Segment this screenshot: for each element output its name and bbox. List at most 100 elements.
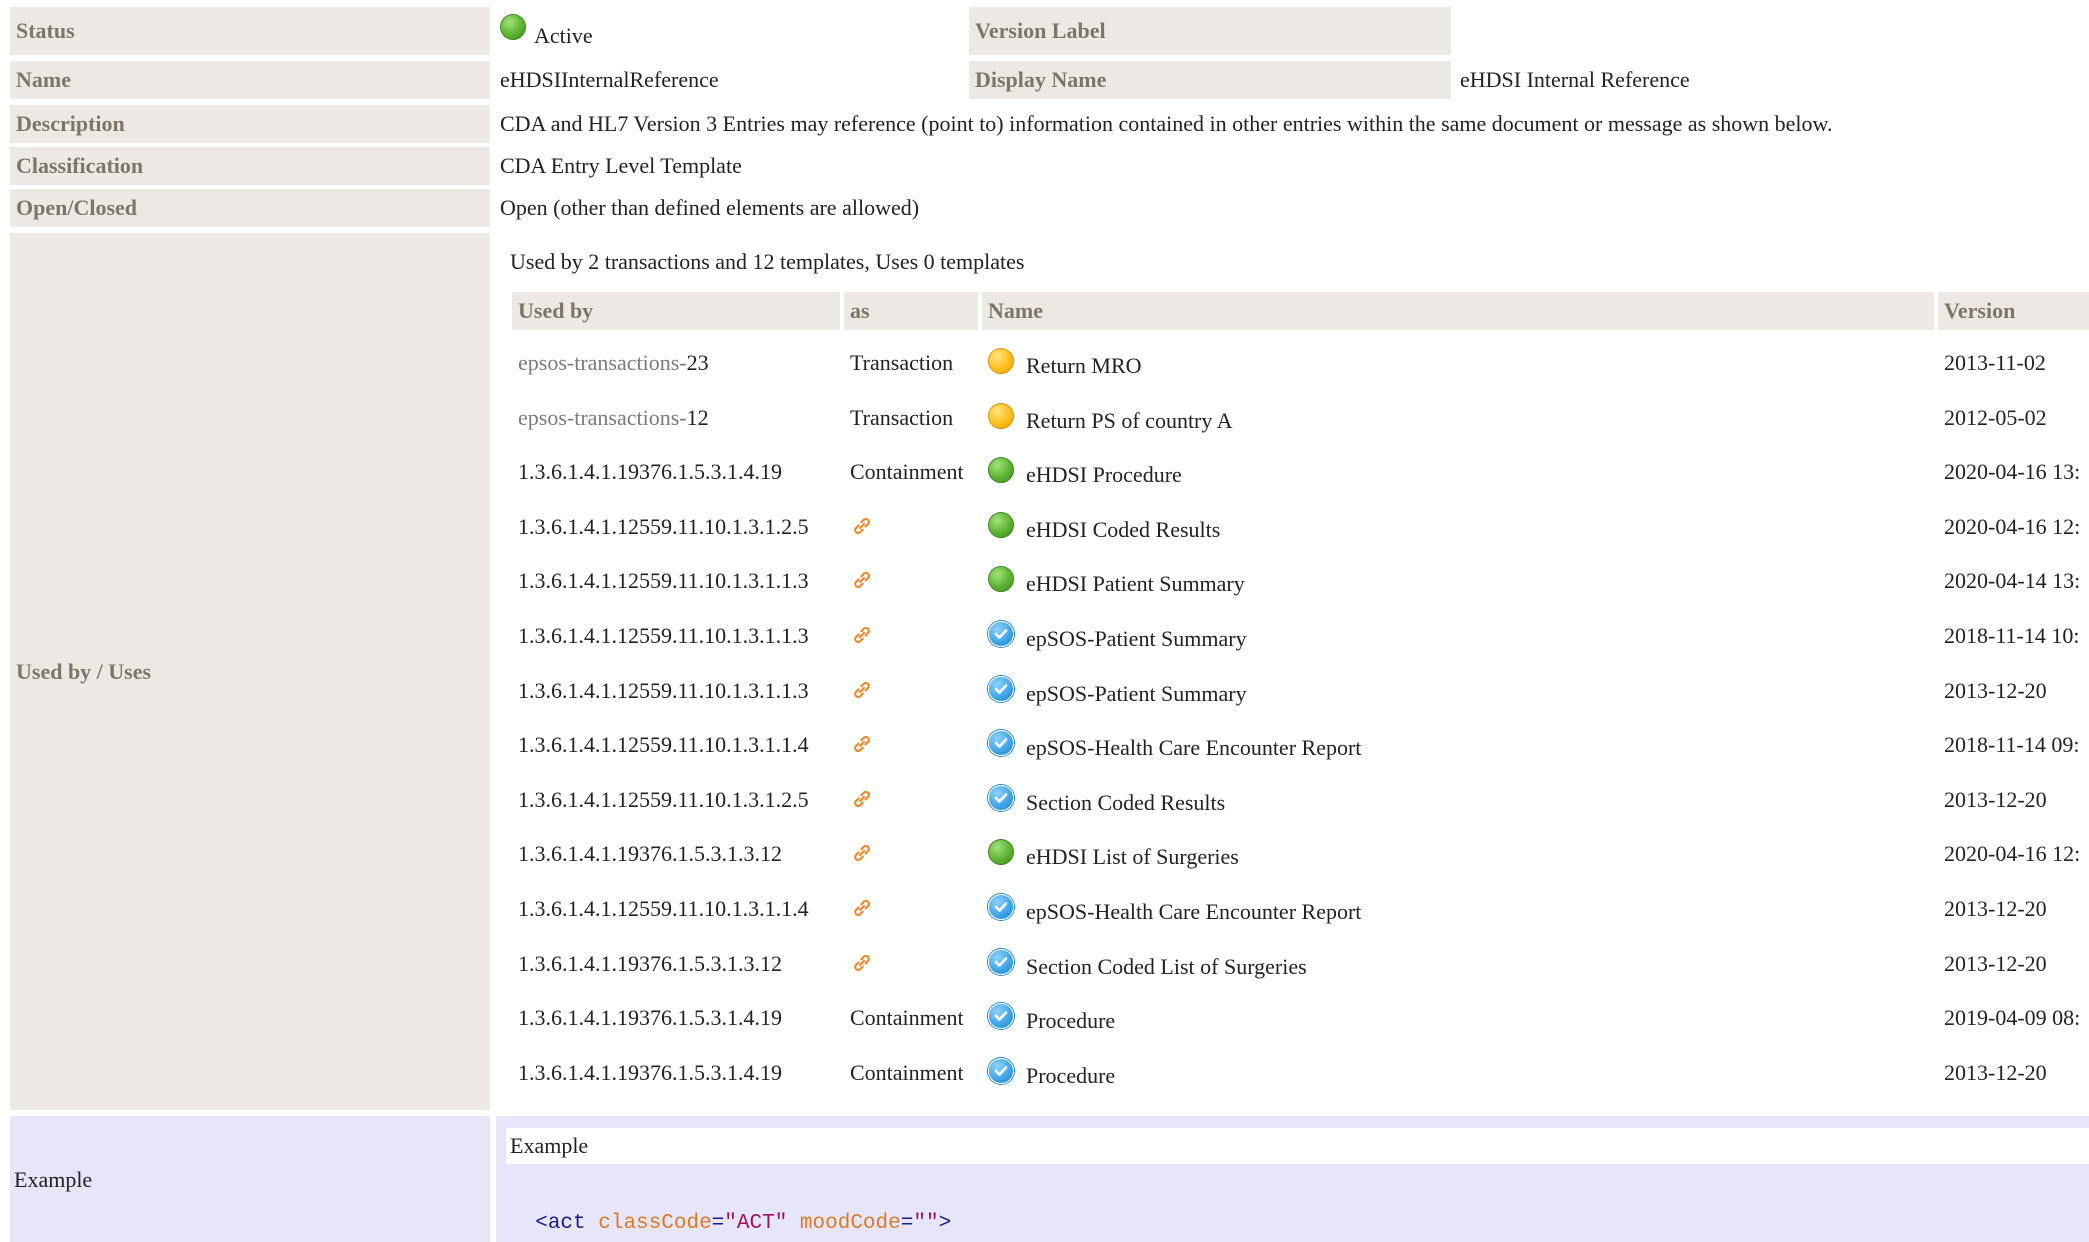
- template-name[interactable]: Procedure: [1026, 1008, 1115, 1034]
- version-cell: 2020-04-14 13:: [1944, 568, 2081, 594]
- description-value: CDA and HL7 Version 3 Entries may refere…: [500, 111, 1833, 136]
- used-by-id[interactable]: 1.3.6.1.4.1.19376.1.5.3.1.4.19: [518, 1005, 782, 1030]
- template-name[interactable]: Return MRO: [1026, 353, 1142, 379]
- used-by-id[interactable]: 1.3.6.1.4.1.19376.1.5.3.1.4.19: [518, 1060, 782, 1085]
- used-by-cell[interactable]: epsos-transactions-12: [518, 391, 709, 445]
- as-cell: Containment: [850, 1059, 964, 1085]
- link-icon[interactable]: [850, 773, 874, 827]
- used-by-cell[interactable]: 1.3.6.1.4.1.19376.1.5.3.1.4.19: [518, 1046, 782, 1100]
- name-cell[interactable]: epSOS-Health Care Encounter Report: [988, 890, 1361, 934]
- used-by-cell[interactable]: 1.3.6.1.4.1.19376.1.5.3.1.4.19: [518, 991, 782, 1045]
- link-icon[interactable]: [850, 609, 874, 663]
- name-cell[interactable]: Procedure: [988, 999, 1115, 1043]
- used-by-id[interactable]: 1.3.6.1.4.1.12559.11.10.1.3.1.1.3: [518, 678, 809, 703]
- used-by-cell[interactable]: 1.3.6.1.4.1.12559.11.10.1.3.1.1.3: [518, 664, 809, 718]
- name-cell[interactable]: epSOS-Patient Summary: [988, 672, 1247, 716]
- name-cell[interactable]: Section Coded Results: [988, 781, 1225, 825]
- link-icon: [854, 736, 870, 753]
- transaction-prefix[interactable]: epsos-transactions-: [518, 405, 687, 430]
- link-icon: [854, 790, 870, 807]
- code-value-empty: "": [913, 1212, 939, 1235]
- used-by-cell[interactable]: 1.3.6.1.4.1.12559.11.10.1.3.1.1.3: [518, 609, 809, 663]
- template-name[interactable]: epSOS-Health Care Encounter Report: [1026, 735, 1361, 761]
- template-name[interactable]: epSOS-Patient Summary: [1026, 626, 1247, 652]
- active-status-icon: [500, 14, 526, 40]
- used-by-id[interactable]: 12: [687, 405, 709, 430]
- template-name[interactable]: epSOS-Patient Summary: [1026, 681, 1247, 707]
- link-icon[interactable]: [850, 718, 874, 772]
- used-by-id[interactable]: 1.3.6.1.4.1.12559.11.10.1.3.1.1.3: [518, 623, 809, 648]
- used-by-cell[interactable]: epsos-transactions-23: [518, 336, 709, 390]
- name-cell[interactable]: Return MRO: [988, 344, 1142, 388]
- example-title-bar: [506, 1128, 2089, 1164]
- used-by-cell[interactable]: 1.3.6.1.4.1.12559.11.10.1.3.1.2.5: [518, 773, 809, 827]
- template-name[interactable]: eHDSI Coded Results: [1026, 517, 1220, 543]
- name-cell[interactable]: eHDSI Procedure: [988, 453, 1182, 497]
- used-by-cell[interactable]: 1.3.6.1.4.1.12559.11.10.1.3.1.2.5: [518, 500, 809, 554]
- code-eq-2: =: [900, 1212, 914, 1235]
- open-closed-label: Open/Closed: [10, 189, 490, 227]
- used-by-cell[interactable]: 1.3.6.1.4.1.12559.11.10.1.3.1.1.3: [518, 554, 809, 608]
- template-name[interactable]: Section Coded List of Surgeries: [1026, 954, 1307, 980]
- final-status-check-icon: [988, 948, 1014, 975]
- used-by-id[interactable]: 1.3.6.1.4.1.19376.1.5.3.1.3.12: [518, 841, 782, 866]
- name-cell[interactable]: Return PS of country A: [988, 399, 1233, 443]
- link-icon[interactable]: [850, 937, 874, 991]
- name-cell[interactable]: Section Coded List of Surgeries: [988, 945, 1307, 989]
- version-cell: 2020-04-16 12:: [1944, 513, 2081, 539]
- version-cell: 2020-04-16 12:: [1944, 841, 2081, 867]
- final-status-check-icon: [988, 730, 1014, 757]
- link-icon: [854, 954, 870, 971]
- as-cell: Containment: [850, 459, 964, 485]
- template-name[interactable]: eHDSI Procedure: [1026, 462, 1182, 488]
- example-panel-separator: [490, 1116, 496, 1242]
- version-cell: 2013-12-20: [1944, 677, 2047, 703]
- used-by-id[interactable]: 1.3.6.1.4.1.19376.1.5.3.1.3.12: [518, 951, 782, 976]
- example-code: <act classCode="ACT" moodCode="">: [510, 1170, 951, 1235]
- version-cell: 2013-11-02: [1944, 350, 2046, 375]
- used-by-cell[interactable]: 1.3.6.1.4.1.19376.1.5.3.1.3.12: [518, 827, 782, 881]
- template-name[interactable]: Procedure: [1026, 1063, 1115, 1089]
- link-icon[interactable]: [850, 882, 874, 936]
- name-cell[interactable]: epSOS-Health Care Encounter Report: [988, 726, 1361, 770]
- link-icon[interactable]: [850, 554, 874, 608]
- name-cell[interactable]: eHDSI Coded Results: [988, 508, 1220, 552]
- name-cell[interactable]: eHDSI List of Surgeries: [988, 835, 1239, 879]
- active-status-icon: [988, 457, 1014, 484]
- link-icon[interactable]: [850, 500, 874, 554]
- template-name[interactable]: Section Coded Results: [1026, 790, 1225, 816]
- template-name[interactable]: Return PS of country A: [1026, 408, 1233, 434]
- template-name[interactable]: eHDSI List of Surgeries: [1026, 844, 1239, 870]
- used-by-cell[interactable]: 1.3.6.1.4.1.12559.11.10.1.3.1.1.4: [518, 718, 809, 772]
- version-cell: 2019-04-09 08:: [1944, 1005, 2081, 1031]
- link-icon[interactable]: [850, 827, 874, 881]
- version-cell: 2013-12-20: [1944, 950, 2047, 976]
- used-by-cell[interactable]: 1.3.6.1.4.1.19376.1.5.3.1.4.19: [518, 445, 782, 499]
- used-by-id[interactable]: 1.3.6.1.4.1.19376.1.5.3.1.4.19: [518, 459, 782, 484]
- name-cell[interactable]: Procedure: [988, 1054, 1115, 1098]
- final-status-check-icon: [988, 784, 1014, 811]
- used-by-id[interactable]: 1.3.6.1.4.1.12559.11.10.1.3.1.1.4: [518, 732, 809, 757]
- final-status-check-icon: [988, 1003, 1014, 1030]
- template-name[interactable]: epSOS-Health Care Encounter Report: [1026, 899, 1361, 925]
- usage-row: 1.3.6.1.4.1.19376.1.5.3.1.4.19 Containmen…: [510, 991, 2089, 1045]
- used-by-cell[interactable]: 1.3.6.1.4.1.12559.11.10.1.3.1.1.4: [518, 882, 809, 936]
- open-closed-value: Open (other than defined elements are al…: [500, 195, 920, 220]
- display-name-value: eHDSI Internal Reference: [1460, 67, 1690, 92]
- used-by-id[interactable]: 1.3.6.1.4.1.12559.11.10.1.3.1.2.5: [518, 787, 809, 812]
- used-by-id[interactable]: 1.3.6.1.4.1.12559.11.10.1.3.1.1.4: [518, 896, 809, 921]
- used-by-id[interactable]: 1.3.6.1.4.1.12559.11.10.1.3.1.2.5: [518, 514, 809, 539]
- name-cell[interactable]: epSOS-Patient Summary: [988, 617, 1247, 661]
- active-status-icon: [988, 839, 1014, 866]
- template-name[interactable]: eHDSI Patient Summary: [1026, 571, 1245, 597]
- col-header-version: Version: [1938, 292, 2089, 330]
- name-cell[interactable]: eHDSI Patient Summary: [988, 562, 1245, 606]
- link-icon[interactable]: [850, 664, 874, 718]
- used-by-cell[interactable]: 1.3.6.1.4.1.19376.1.5.3.1.3.12: [518, 937, 782, 991]
- used-by-id[interactable]: 23: [687, 350, 709, 375]
- used-by-id[interactable]: 1.3.6.1.4.1.12559.11.10.1.3.1.1.3: [518, 568, 809, 593]
- final-status-check-icon: [988, 621, 1014, 647]
- final-status-check-icon: [988, 675, 1014, 702]
- transaction-prefix[interactable]: epsos-transactions-: [518, 350, 687, 375]
- version-cell: 2020-04-16 13:: [1944, 459, 2081, 485]
